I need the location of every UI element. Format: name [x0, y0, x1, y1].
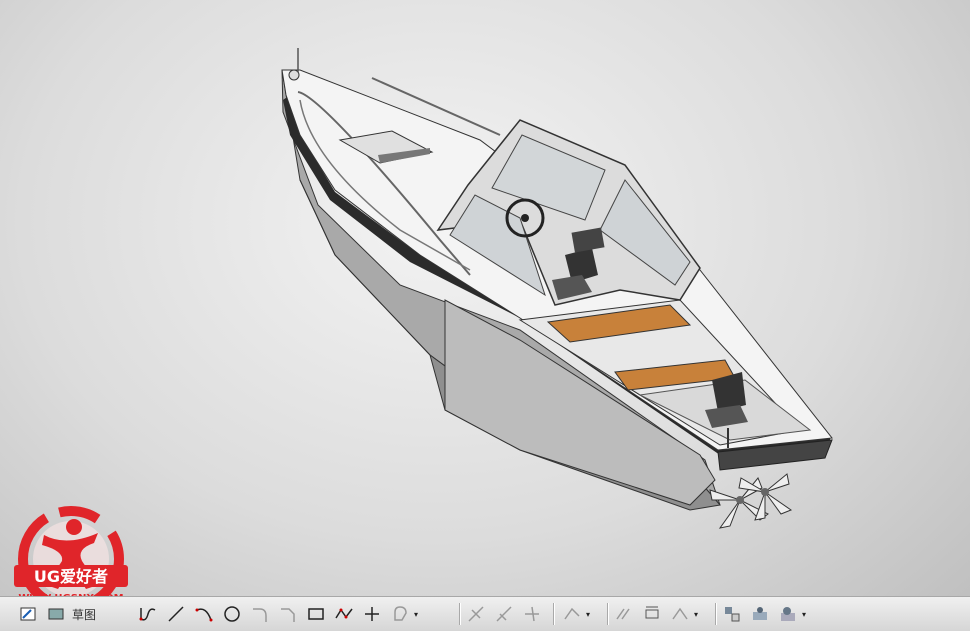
dimension-button[interactable] [640, 602, 664, 626]
quick-trim-icon [468, 606, 484, 622]
sketch-icon [20, 607, 36, 621]
arc-icon [195, 608, 213, 622]
finish-sketch-icon [48, 608, 64, 620]
quick-extend-icon [496, 606, 512, 622]
point-icon [365, 607, 379, 621]
fillet-icon [253, 608, 267, 622]
sketch-settings-icon [781, 607, 795, 621]
constraint-button[interactable] [612, 602, 636, 626]
line-icon [168, 606, 184, 622]
rectangle-icon [308, 608, 324, 620]
show-constraints-button[interactable] [720, 602, 744, 626]
boat-model[interactable] [0, 0, 970, 596]
rectangle-button[interactable] [304, 602, 328, 626]
profile-icon [139, 608, 156, 621]
display-sketch-button[interactable] [748, 602, 772, 626]
pattern-curve-button[interactable] [668, 602, 692, 626]
toolbar-separator-4 [715, 603, 717, 625]
graphics-viewport[interactable] [0, 0, 970, 596]
sketch-label[interactable]: 草图 [72, 606, 96, 623]
toolbar-separator-2 [553, 603, 555, 625]
chamfer-button[interactable] [276, 602, 300, 626]
toolbar-separator-3 [607, 603, 609, 625]
offset-dropdown[interactable]: ▾ [584, 610, 592, 619]
dimension-icon [645, 606, 659, 619]
mirror-curve-icon [564, 607, 580, 620]
line-button[interactable] [164, 602, 188, 626]
derived-curve-button[interactable] [388, 602, 412, 626]
offset-curve-button[interactable] [560, 602, 584, 626]
polygon-button[interactable] [332, 602, 356, 626]
studio-spline-icon [335, 608, 353, 619]
constraint-icon [616, 608, 630, 620]
make-corner-icon [525, 606, 539, 622]
derived-curve-dropdown[interactable]: ▾ [412, 610, 420, 619]
quick-trim-button[interactable] [464, 602, 488, 626]
circle-button[interactable] [220, 602, 244, 626]
arc-button[interactable] [192, 602, 216, 626]
profile-button[interactable] [136, 602, 160, 626]
sketch-button[interactable] [16, 602, 40, 626]
constraint-dropdown[interactable]: ▾ [692, 610, 700, 619]
display-sketch-icon [753, 607, 767, 620]
chamfer-icon [281, 608, 295, 622]
settings-dropdown[interactable]: ▾ [800, 610, 808, 619]
make-corner-button[interactable] [520, 602, 544, 626]
toolbar-separator [459, 603, 461, 625]
offset-curve-icon [394, 606, 407, 621]
circle-icon [224, 606, 240, 622]
sketch-toolbar: 草图 ▾ ▾ ▾ ▾ [0, 596, 970, 631]
sketch-settings-button[interactable] [776, 602, 800, 626]
fillet-button[interactable] [248, 602, 272, 626]
watermark-brand: UG爱好者 [34, 567, 108, 586]
show-constraints-icon [725, 607, 740, 622]
quick-extend-button[interactable] [492, 602, 516, 626]
pattern-curve-icon [672, 607, 688, 620]
steering-hub [521, 214, 529, 222]
point-button[interactable] [360, 602, 384, 626]
finish-sketch-button[interactable] [44, 602, 68, 626]
propeller-2 [738, 473, 793, 521]
